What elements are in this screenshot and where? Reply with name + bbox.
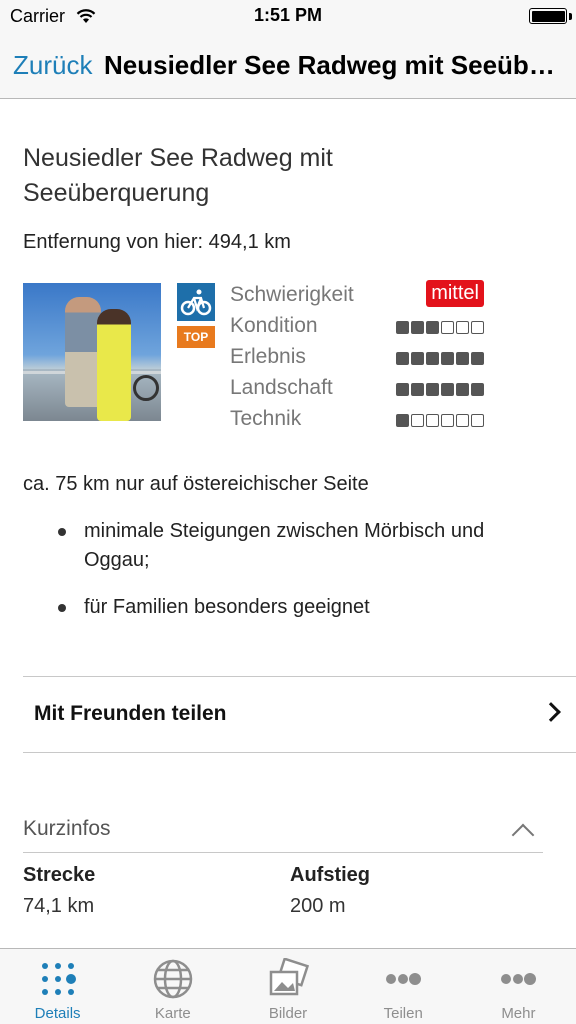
- rating-square-filled: [396, 383, 409, 396]
- chevron-right-icon: [541, 702, 561, 722]
- rating-square-empty: [441, 321, 454, 334]
- rating-squares: [396, 414, 484, 427]
- route-photo[interactable]: [23, 283, 161, 421]
- share-dots-icon: [386, 973, 422, 985]
- route-description: ca. 75 km nur auf östereichischer Seite: [23, 473, 369, 495]
- more-dots-icon: [501, 973, 537, 985]
- navigation-bar: Zurück Neusiedler See Radweg mit Seeüber…: [0, 34, 576, 99]
- rating-square-filled: [411, 321, 424, 334]
- battery-cap: [569, 13, 572, 20]
- top-badge: TOP: [177, 326, 215, 348]
- rating-label: Schwierigkeit: [230, 283, 354, 306]
- rating-square-filled: [426, 352, 439, 365]
- rating-square-empty: [471, 321, 484, 334]
- globe-icon: [153, 959, 193, 999]
- dots-grid-icon: [41, 963, 76, 995]
- rating-label: Landschaft: [230, 376, 333, 399]
- chevron-up-icon[interactable]: [511, 823, 535, 847]
- kurzinfos-title: Kurzinfos: [23, 817, 111, 840]
- rating-row-erlebnis: Erlebnis: [230, 345, 490, 375]
- info-aufstieg: Aufstieg 200 m: [290, 864, 370, 918]
- bicycle-icon: [177, 283, 215, 321]
- rating-row-kondition: Kondition: [230, 314, 490, 344]
- rating-square-filled: [426, 321, 439, 334]
- pictures-icon: [269, 958, 309, 996]
- feature-list: minimale Steigungen zwischen Mörbisch un…: [58, 517, 548, 640]
- tab-karte[interactable]: Karte: [115, 949, 230, 1024]
- kurzinfos-header[interactable]: Kurzinfos: [23, 805, 543, 853]
- tab-teilen[interactable]: Teilen: [346, 949, 461, 1024]
- rating-square-filled: [441, 383, 454, 396]
- rating-row-difficulty: Schwierigkeit mittel: [230, 280, 490, 313]
- tab-label: Teilen: [383, 1005, 423, 1022]
- rating-square-filled: [396, 321, 409, 334]
- rating-square-empty: [456, 321, 469, 334]
- tab-label: Karte: [154, 1005, 191, 1022]
- rating-square-empty: [441, 414, 454, 427]
- list-item: für Familien besonders geeignet: [58, 593, 548, 622]
- rating-label: Kondition: [230, 314, 318, 337]
- rating-square-filled: [441, 352, 454, 365]
- rating-square-filled: [426, 383, 439, 396]
- rating-square-filled: [396, 352, 409, 365]
- rating-square-filled: [456, 352, 469, 365]
- detail-scroll-view[interactable]: Neusiedler See Radweg mit Seeüberquerung…: [0, 99, 576, 948]
- tab-label: Bilder: [268, 1005, 308, 1022]
- rating-square-filled: [471, 383, 484, 396]
- battery-icon: [529, 8, 567, 24]
- info-key: Strecke: [23, 864, 96, 886]
- rating-label: Technik: [230, 407, 302, 430]
- status-bar: Carrier 1:51 PM: [0, 0, 576, 34]
- tab-label: Mehr: [501, 1005, 536, 1022]
- share-label: Mit Freunden teilen: [34, 702, 227, 725]
- tab-label: Details: [34, 1005, 81, 1022]
- rating-row-technik: Technik: [230, 407, 490, 437]
- nav-title: Neusiedler See Radweg mit Seeüberquerung: [104, 50, 566, 80]
- rating-square-empty: [471, 414, 484, 427]
- rating-square-empty: [426, 414, 439, 427]
- route-title: Neusiedler See Radweg mit Seeüberquerung: [23, 144, 333, 207]
- rating-square-filled: [411, 383, 424, 396]
- rating-row-landschaft: Landschaft: [230, 376, 490, 406]
- list-item: minimale Steigungen zwischen Mörbisch un…: [58, 517, 548, 575]
- tab-mehr[interactable]: Mehr: [461, 949, 576, 1024]
- clock: 1:51 PM: [253, 5, 323, 25]
- rating-label: Erlebnis: [230, 345, 306, 368]
- difficulty-badge: mittel: [426, 280, 484, 307]
- tab-bilder[interactable]: Bilder: [230, 949, 345, 1024]
- rating-squares: [396, 383, 484, 396]
- rating-square-empty: [411, 414, 424, 427]
- info-value: 74,1 km: [23, 895, 95, 917]
- share-with-friends-row[interactable]: Mit Freunden teilen: [23, 676, 576, 753]
- distance-label: Entfernung von hier: 494,1 km: [23, 231, 291, 253]
- info-key: Aufstieg: [290, 864, 370, 886]
- rating-square-filled: [396, 414, 409, 427]
- rating-squares: [396, 352, 484, 365]
- tab-bar: Details Karte Bilder Teilen Mehr: [0, 948, 576, 1024]
- rating-square-filled: [411, 352, 424, 365]
- rating-square-filled: [471, 352, 484, 365]
- back-button[interactable]: Zurück: [13, 50, 92, 81]
- rating-squares: [396, 321, 484, 334]
- info-value: 200 m: [290, 895, 346, 917]
- info-strecke: Strecke 74,1 km: [23, 864, 95, 918]
- tab-details[interactable]: Details: [0, 949, 115, 1024]
- rating-square-empty: [456, 414, 469, 427]
- rating-square-filled: [456, 383, 469, 396]
